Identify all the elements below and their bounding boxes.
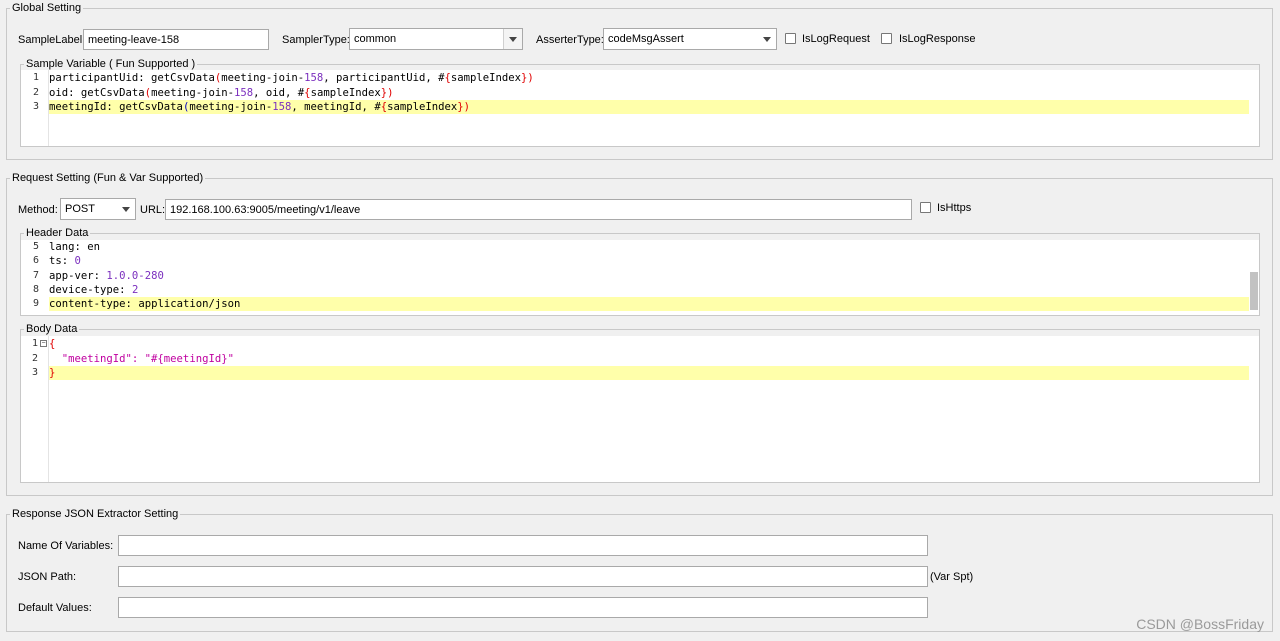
chevron-down-icon[interactable] bbox=[503, 29, 522, 49]
chevron-down-icon[interactable] bbox=[117, 199, 135, 219]
code-token: "meetingId": "#{meetingId}" bbox=[49, 352, 234, 365]
code-token: meeting-join- bbox=[151, 86, 234, 99]
code-token: oid: getCsvData bbox=[49, 86, 145, 99]
code-token: sampleIndex bbox=[387, 101, 458, 113]
code-token: participantUid: getCsvData bbox=[49, 72, 215, 84]
json-path-label: JSON Path: bbox=[18, 571, 77, 583]
code-token: , oid, bbox=[253, 86, 298, 99]
code-token: meetingId: getCsvData bbox=[49, 101, 183, 113]
code-line[interactable]: meetingId: getCsvData(meeting-join-158, … bbox=[49, 100, 1249, 114]
fold-collapse-icon[interactable]: − bbox=[40, 340, 47, 347]
code-token: meeting-join- bbox=[189, 101, 273, 113]
line-number: 7 bbox=[32, 269, 39, 281]
code-line[interactable]: app-ver: 1.0.0-280 bbox=[49, 269, 1259, 283]
is-log-response-checkbox[interactable] bbox=[881, 33, 892, 44]
sample-variable-title: Sample Variable ( Fun Supported ) bbox=[26, 58, 196, 70]
code-token: lang bbox=[49, 241, 75, 253]
code-token: }) bbox=[380, 86, 394, 99]
line-number: 3 bbox=[31, 367, 38, 378]
code-token: 1.0.0-280 bbox=[106, 269, 164, 282]
header-data-editor[interactable]: 5 lang: en 6 ts: 0 7 app-ver: 1.0.0-280 8 devic… bbox=[21, 240, 1259, 315]
body-data-editor[interactable]: 1 {2 "meetingId": "#{meetingId}" 3} − bbox=[21, 336, 1259, 482]
names-of-variables-input[interactable] bbox=[118, 535, 928, 556]
code-line[interactable]: oid: getCsvData(meeting-join-158, oid, #… bbox=[49, 86, 1259, 100]
code-token: } bbox=[49, 367, 56, 379]
body-data-title: Body Data bbox=[26, 323, 78, 335]
line-number: 6 bbox=[32, 255, 39, 267]
code-token: : bbox=[125, 298, 139, 311]
method-value: POST bbox=[65, 203, 95, 215]
line-number: 1 bbox=[31, 338, 38, 349]
chevron-down-icon[interactable] bbox=[758, 29, 776, 49]
code-token: }) bbox=[521, 72, 534, 84]
line-number: 2 bbox=[32, 86, 39, 98]
sampler-type-select[interactable]: common bbox=[349, 28, 523, 50]
url-input[interactable] bbox=[165, 199, 912, 220]
global-setting-title: Global Setting bbox=[12, 2, 82, 14]
code-line[interactable]: ts: 0 bbox=[49, 254, 1259, 268]
line-number: 5 bbox=[32, 241, 39, 252]
code-line[interactable]: content-type: application/json bbox=[49, 297, 1249, 312]
line-number: 9 bbox=[32, 298, 39, 310]
code-line[interactable]: device-type: 2 bbox=[49, 283, 1259, 297]
is-log-request-label: IsLogRequest bbox=[802, 33, 870, 45]
code-token: ts bbox=[49, 255, 62, 268]
code-token: , meetingId, bbox=[291, 101, 375, 113]
code-token: en bbox=[87, 241, 101, 253]
code-token: , participantUid, bbox=[323, 72, 439, 84]
is-log-request-checkbox[interactable] bbox=[785, 33, 796, 44]
code-token: sampleIndex bbox=[450, 72, 522, 84]
asserter-type-select[interactable]: codeMsgAssert bbox=[603, 28, 777, 50]
code-token: content-type bbox=[49, 298, 126, 311]
vertical-scrollbar[interactable] bbox=[1250, 272, 1258, 310]
line-number: 2 bbox=[31, 352, 38, 364]
code-token: 158 bbox=[272, 101, 292, 113]
method-select[interactable]: POST bbox=[60, 198, 136, 220]
sampler-type-label: SamplerType: bbox=[282, 34, 350, 46]
code-token: meeting-join- bbox=[221, 72, 305, 84]
watermark: CSDN @BossFriday bbox=[1136, 616, 1264, 632]
asserter-type-label: AsserterType: bbox=[536, 34, 604, 46]
line-number: 8 bbox=[32, 283, 39, 295]
code-token: application/json bbox=[138, 298, 241, 311]
code-token: app-ver bbox=[49, 269, 94, 282]
asserter-type-value: codeMsgAssert bbox=[608, 33, 684, 45]
code-token: sampleIndex bbox=[310, 86, 381, 99]
code-token: 0 bbox=[74, 255, 81, 268]
code-token: : bbox=[93, 269, 107, 282]
code-line[interactable]: "meetingId": "#{meetingId}" bbox=[49, 352, 1259, 366]
url-label: URL: bbox=[140, 204, 166, 216]
code-line[interactable]: { bbox=[49, 337, 1259, 351]
sampler-type-value: common bbox=[354, 33, 397, 45]
code-line[interactable]: participantUid: getCsvData(meeting-join-… bbox=[49, 71, 1259, 85]
is-https-checkbox[interactable] bbox=[920, 202, 931, 213]
sample-variable-editor[interactable]: 1 participantUid: getCsvData(meeting-join… bbox=[21, 70, 1259, 146]
code-token: : bbox=[74, 241, 88, 253]
code-token: 158 bbox=[233, 86, 254, 99]
default-values-label: Default Values: bbox=[18, 602, 92, 614]
code-token: device-type bbox=[49, 283, 120, 296]
sample-label-input[interactable] bbox=[83, 29, 269, 50]
is-log-response-label: IsLogResponse bbox=[899, 33, 976, 45]
default-values-input[interactable] bbox=[118, 597, 928, 618]
line-number: 3 bbox=[32, 101, 39, 112]
code-token: { bbox=[49, 338, 56, 350]
request-setting-title: Request Setting (Fun & Var Supported) bbox=[12, 172, 204, 184]
code-token: 2 bbox=[131, 283, 139, 296]
line-number: 1 bbox=[32, 72, 39, 83]
is-https-label: IsHttps bbox=[937, 202, 972, 214]
names-of-variables-label: Name Of Variables: bbox=[18, 540, 114, 552]
code-line[interactable]: lang: en bbox=[49, 240, 1259, 254]
method-label: Method: bbox=[18, 204, 58, 216]
sample-label-label: SampleLabel: bbox=[18, 34, 86, 46]
code-token: : bbox=[61, 255, 75, 268]
json-path-hint: (Var Spt) bbox=[930, 571, 974, 583]
json-path-input[interactable] bbox=[118, 566, 928, 587]
code-line[interactable]: } bbox=[49, 366, 1249, 380]
code-token: : bbox=[119, 283, 132, 296]
code-token: }) bbox=[457, 101, 471, 113]
code-token: 158 bbox=[304, 72, 324, 84]
header-data-title: Header Data bbox=[26, 227, 89, 239]
extractor-setting-title: Response JSON Extractor Setting bbox=[12, 508, 179, 520]
